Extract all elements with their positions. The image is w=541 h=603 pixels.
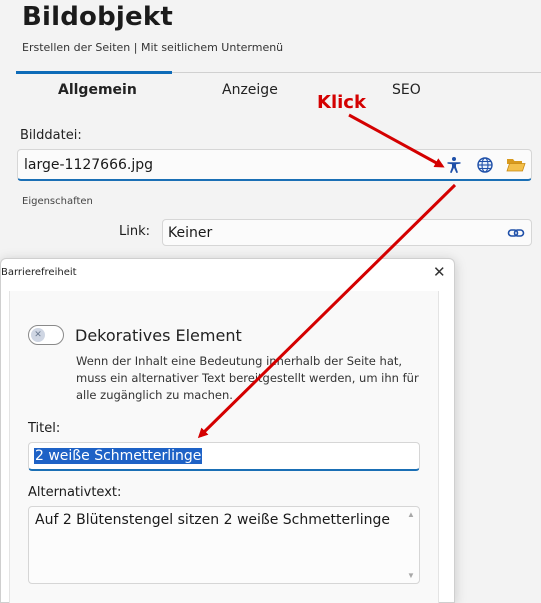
klick-annotation: Klick (317, 92, 366, 113)
tab-allgemein[interactable]: Allgemein (58, 82, 137, 98)
alt-text-area[interactable]: Auf 2 Blütenstengel sitzen 2 weiße Schme… (28, 506, 420, 584)
titel-field[interactable]: 2 weiße Schmetterlinge (28, 442, 420, 471)
close-icon[interactable]: ✕ (433, 263, 446, 281)
toggle-label: Dekoratives Element (75, 326, 242, 345)
titel-value: 2 weiße Schmetterlinge (34, 448, 203, 464)
scroll-up-icon[interactable]: ▲ (407, 510, 415, 519)
accessibility-icon[interactable] (443, 154, 465, 176)
accessibility-dialog: Barrierefreiheit ✕ ✕ Dekoratives Element… (0, 258, 455, 603)
alt-text-label: Alternativtext: (28, 485, 122, 500)
active-tab-indicator (16, 71, 172, 74)
link-value: Keiner (168, 225, 213, 241)
folder-open-icon[interactable] (505, 154, 527, 176)
page-title: Bildobjekt (22, 2, 173, 32)
tab-anzeige[interactable]: Anzeige (222, 82, 278, 98)
tab-seo[interactable]: SEO (392, 82, 421, 98)
globe-icon[interactable] (474, 154, 496, 176)
dialog-title: Barrierefreiheit (1, 267, 77, 278)
file-field[interactable]: large-1127666.jpg (17, 149, 532, 181)
page-subtitle: Erstellen der Seiten | Mit seitlichem Un… (22, 41, 284, 54)
file-label: Bilddatei: (20, 128, 82, 143)
link-label: Link: (119, 224, 151, 239)
help-text: Wenn der Inhalt eine Bedeutung innerhalb… (76, 354, 419, 402)
section-label: Eigenschaften (22, 196, 93, 207)
dialog-content: ✕ Dekoratives Element Wenn der Inhalt ei… (9, 291, 439, 603)
alt-text-value: Auf 2 Blütenstengel sitzen 2 weiße Schme… (35, 512, 390, 528)
link-field[interactable]: Keiner (162, 219, 532, 246)
link-icon[interactable] (505, 222, 527, 244)
titel-label: Titel: (28, 421, 61, 436)
decorative-toggle[interactable]: ✕ (28, 325, 64, 345)
file-value: large-1127666.jpg (24, 157, 153, 173)
scroll-down-icon[interactable]: ▼ (407, 571, 415, 580)
toggle-off-icon: ✕ (31, 328, 45, 342)
tab-bar: Allgemein Anzeige SEO (16, 71, 541, 106)
alt-text-scrollbar[interactable]: ▲ ▼ (405, 509, 417, 581)
